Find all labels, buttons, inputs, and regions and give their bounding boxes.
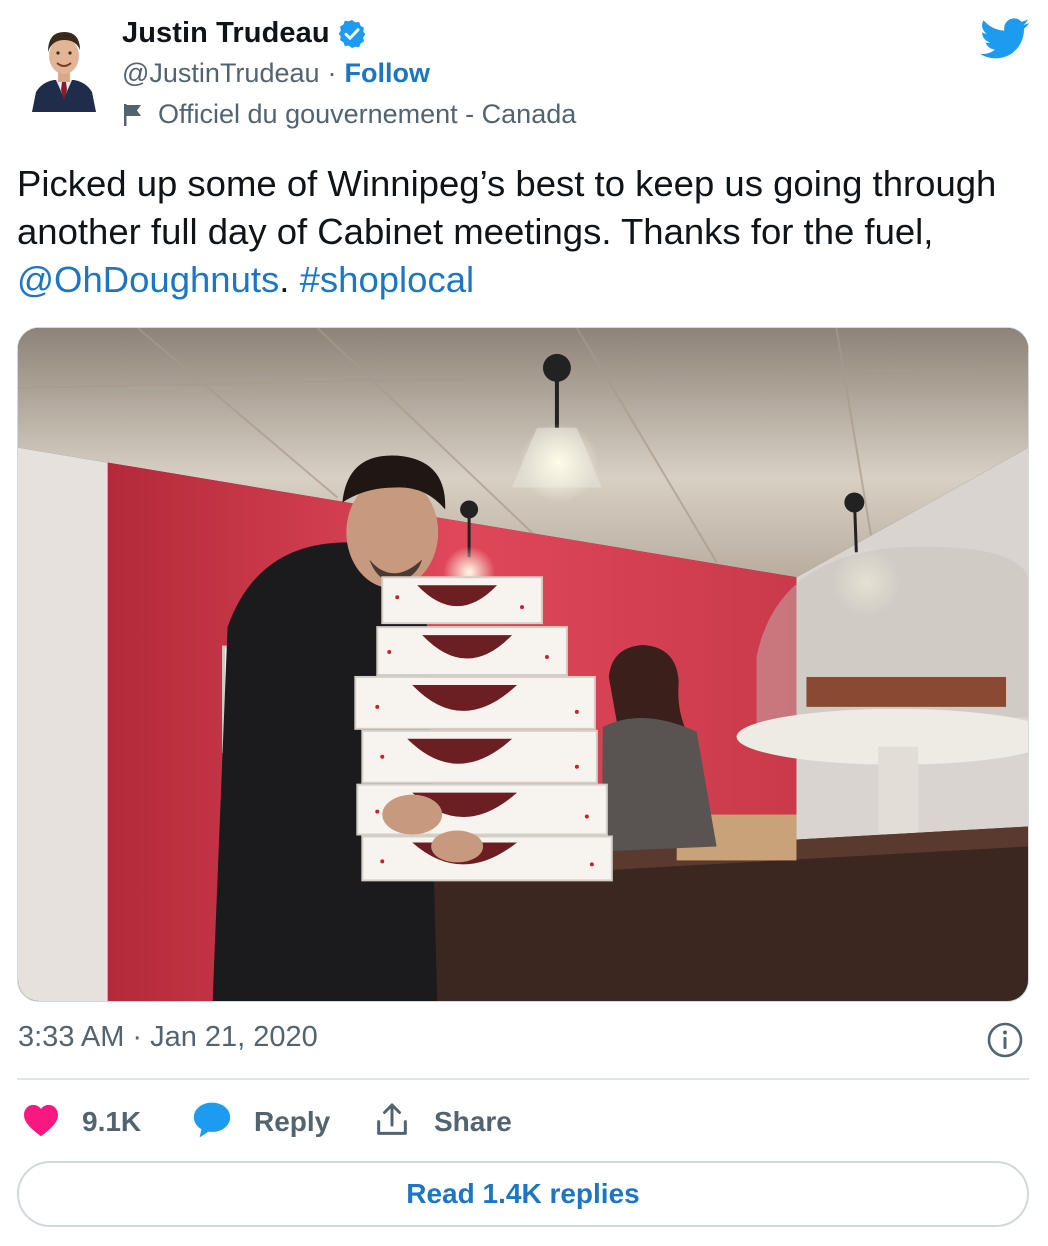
avatar[interactable] (28, 18, 100, 112)
hashtag-link[interactable]: #shoplocal (300, 259, 475, 300)
like-count: 9.1K (82, 1106, 142, 1137)
reply-button[interactable]: Reply (192, 1100, 330, 1144)
handle-row: @JustinTrudeau · Follow (122, 58, 430, 89)
tweet-card: Justin Trudeau @JustinTrudeau · Follow O… (0, 0, 1048, 1246)
verified-badge-icon (336, 18, 368, 50)
speech-bubble-icon (192, 1101, 232, 1144)
divider (17, 1078, 1029, 1080)
read-replies-button[interactable]: Read 1.4K replies (17, 1161, 1029, 1227)
tweet-date[interactable]: Jan 21, 2020 (150, 1021, 318, 1054)
tweet-photo[interactable] (17, 327, 1029, 1002)
twitter-logo-icon[interactable] (980, 18, 1030, 60)
handle[interactable]: @JustinTrudeau (122, 58, 320, 89)
government-label[interactable]: Officiel du gouvernement - Canada (158, 99, 576, 130)
tweet-text: Picked up some of Winnipeg’s best to kee… (17, 160, 1027, 304)
handle-separator: · (327, 58, 337, 88)
timestamp-row: 3:33 AM · Jan 21, 2020 (18, 1021, 318, 1054)
tweet-time[interactable]: 3:33 AM (18, 1021, 124, 1054)
info-icon[interactable] (985, 1020, 1025, 1060)
government-label-row: Officiel du gouvernement - Canada (122, 99, 576, 130)
mention-link[interactable]: @OhDoughnuts (17, 259, 279, 300)
name-row: Justin Trudeau (122, 17, 368, 50)
display-name[interactable]: Justin Trudeau (122, 17, 330, 50)
share-icon (372, 1100, 412, 1145)
flag-icon (122, 102, 144, 128)
heart-icon (22, 1103, 60, 1142)
tweet-text-punct: . (279, 259, 300, 300)
like-button[interactable]: 9.1K (22, 1100, 141, 1144)
timestamp-separator: · (132, 1021, 143, 1053)
share-label: Share (434, 1106, 512, 1137)
reply-label: Reply (254, 1106, 331, 1137)
tweet-text-body: Picked up some of Winnipeg’s best to kee… (17, 163, 997, 252)
share-button[interactable]: Share (372, 1100, 512, 1144)
follow-button[interactable]: Follow (345, 58, 430, 89)
